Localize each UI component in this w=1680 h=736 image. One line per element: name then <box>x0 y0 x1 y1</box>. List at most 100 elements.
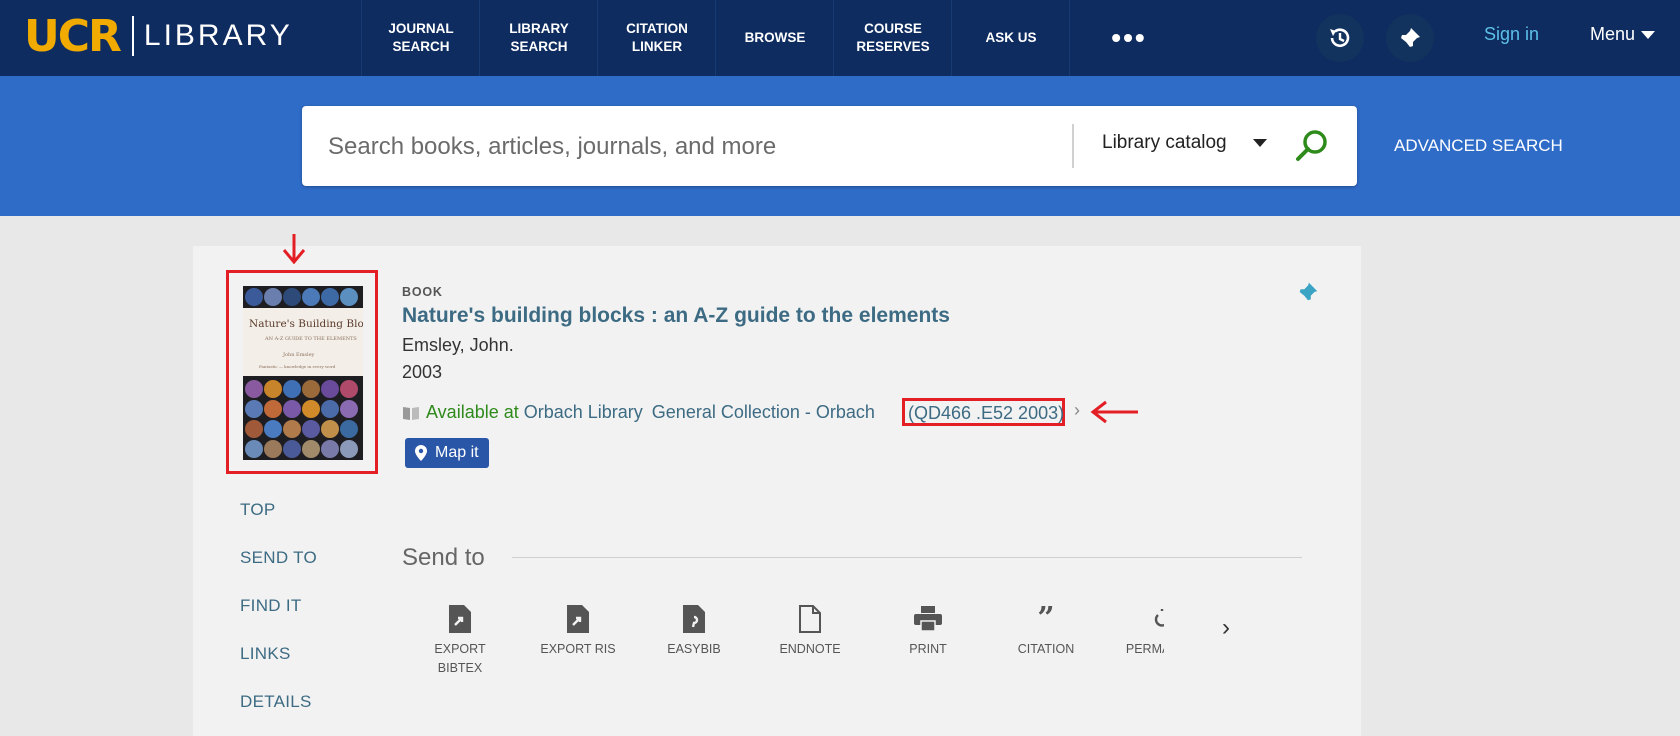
pin-record-icon[interactable] <box>1296 280 1320 304</box>
scope-divider <box>1072 124 1074 168</box>
export-file-icon <box>567 605 589 633</box>
cover-tile <box>302 288 320 306</box>
print-label: PRINT <box>909 642 947 656</box>
nav-more-button[interactable]: ••• <box>1069 0 1188 86</box>
pinned-items-button[interactable] <box>1386 14 1434 62</box>
nav-browse[interactable]: BROWSE <box>715 0 834 76</box>
cover-tile <box>283 400 301 418</box>
cover-tile <box>283 288 301 306</box>
cover-tile <box>321 288 339 306</box>
print-button[interactable]: PRINT <box>878 604 978 659</box>
nav-ask-us[interactable]: ASK US <box>951 0 1070 76</box>
cover-title: Nature's Building Blocks <box>249 318 363 330</box>
menu-label: Menu <box>1590 24 1636 44</box>
printer-icon <box>914 606 942 632</box>
annotation-arrow-down-icon <box>282 234 306 264</box>
cover-tile <box>302 440 320 458</box>
record-type: BOOK <box>402 285 443 299</box>
export-ris-button[interactable]: EXPORT RIS <box>528 604 628 659</box>
cover-tile <box>340 420 358 438</box>
cover-tile <box>340 380 358 398</box>
nav-library-search[interactable]: LIBRARY SEARCH <box>479 0 598 76</box>
cover-tile <box>264 380 282 398</box>
export-bibtex-button[interactable]: EXPORT BIBTEX <box>410 604 510 678</box>
quote-icon: ” <box>1037 601 1055 636</box>
side-nav-links[interactable]: LINKS <box>240 644 291 664</box>
annotation-arrow-left-icon <box>1090 400 1138 424</box>
search-icon <box>1296 130 1327 161</box>
chevron-right-icon[interactable]: › <box>1074 400 1080 421</box>
cover-tile <box>264 288 282 306</box>
cover-tile <box>264 420 282 438</box>
cover-tile <box>245 440 263 458</box>
history-icon <box>1330 28 1350 47</box>
next-actions-chevron-icon[interactable]: › <box>1222 614 1230 642</box>
cover-tile <box>283 420 301 438</box>
record-author: Emsley, John. <box>402 335 514 355</box>
send-to-divider <box>512 557 1302 558</box>
link-icon <box>1154 609 1164 627</box>
cover-title-panel: Nature's Building Blocks AN A-Z GUIDE TO… <box>243 308 363 376</box>
logo-ucr: UCR <box>24 10 122 62</box>
cover-tile <box>264 440 282 458</box>
search-history-button[interactable] <box>1316 14 1364 62</box>
cover-tile <box>283 380 301 398</box>
cover-tile <box>340 400 358 418</box>
side-nav-details[interactable]: DETAILS <box>240 692 312 712</box>
cover-tile <box>340 440 358 458</box>
cover-highlight-box: Nature's Building Blocks AN A-Z GUIDE TO… <box>226 270 378 474</box>
cover-tile <box>245 288 263 306</box>
map-it-button[interactable]: Map it <box>405 438 489 468</box>
book-icon <box>403 406 419 420</box>
endnote-button[interactable]: ENDNOTE <box>760 604 860 659</box>
top-nav-bar: UCR LIBRARY JOURNAL SEARCH LIBRARY SEARC… <box>0 0 1680 86</box>
book-cover-image[interactable]: Nature's Building Blocks AN A-Z GUIDE TO… <box>243 286 363 460</box>
export-file-icon <box>449 605 471 633</box>
nav-citation-linker[interactable]: CITATION LINKER <box>597 0 716 76</box>
cover-subtitle: AN A-Z GUIDE TO THE ELEMENTS <box>265 336 357 342</box>
easybib-label: EASYBIB <box>667 642 721 656</box>
cover-tile <box>302 380 320 398</box>
search-scope-dropdown[interactable]: Library catalog <box>1102 132 1267 154</box>
export-ris-label: EXPORT RIS <box>540 642 616 656</box>
map-marker-icon <box>415 445 427 461</box>
availability-line[interactable]: Available at Orbach Library General Coll… <box>402 402 875 423</box>
caret-down-icon <box>1252 139 1267 147</box>
cover-tile <box>264 400 282 418</box>
document-icon <box>799 605 821 633</box>
logo-library: LIBRARY <box>143 19 293 52</box>
cover-author: John Emsley <box>283 352 315 358</box>
menu-button[interactable]: Menu <box>1590 24 1656 45</box>
library-name: Orbach Library <box>523 402 643 422</box>
side-nav-send-to[interactable]: SEND TO <box>240 548 317 568</box>
citation-button[interactable]: ” CITATION <box>996 604 1096 659</box>
record-title-link[interactable]: Nature's building blocks : an A-Z guide … <box>402 304 950 328</box>
side-nav-top[interactable]: TOP <box>240 500 276 520</box>
permalink-button[interactable]: PERMALINK <box>1112 604 1164 659</box>
ucr-library-logo[interactable]: UCR LIBRARY <box>24 10 293 62</box>
cover-tile <box>321 420 339 438</box>
pin-icon <box>1400 28 1420 48</box>
caret-down-icon <box>1641 30 1656 39</box>
endnote-label: ENDNOTE <box>779 642 841 656</box>
send-to-heading: Send to <box>402 544 485 571</box>
cover-tile <box>245 420 263 438</box>
easybib-button[interactable]: EASYBIB <box>644 604 744 659</box>
cover-tile <box>340 288 358 306</box>
side-nav-find-it[interactable]: FIND IT <box>240 596 302 616</box>
logo-divider <box>131 16 134 56</box>
easybib-icon <box>683 605 705 633</box>
advanced-search-link[interactable]: ADVANCED SEARCH <box>1394 136 1563 156</box>
call-number-highlight-box: (QD466 .E52 2003) <box>902 398 1065 426</box>
cover-tile <box>245 400 263 418</box>
nav-course-reserves[interactable]: COURSE RESERVES <box>833 0 952 76</box>
nav-journal-search[interactable]: JOURNAL SEARCH <box>361 0 480 76</box>
search-input[interactable] <box>326 126 1030 168</box>
search-box: Library catalog <box>302 106 1357 186</box>
cover-tile <box>321 380 339 398</box>
cover-note: Fantastic — knowledge in every word <box>259 364 336 369</box>
cover-tile <box>302 420 320 438</box>
sign-in-link[interactable]: Sign in <box>1484 24 1539 45</box>
search-submit-button[interactable] <box>1292 126 1332 166</box>
call-number: (QD466 .E52 2003) <box>908 403 1065 423</box>
